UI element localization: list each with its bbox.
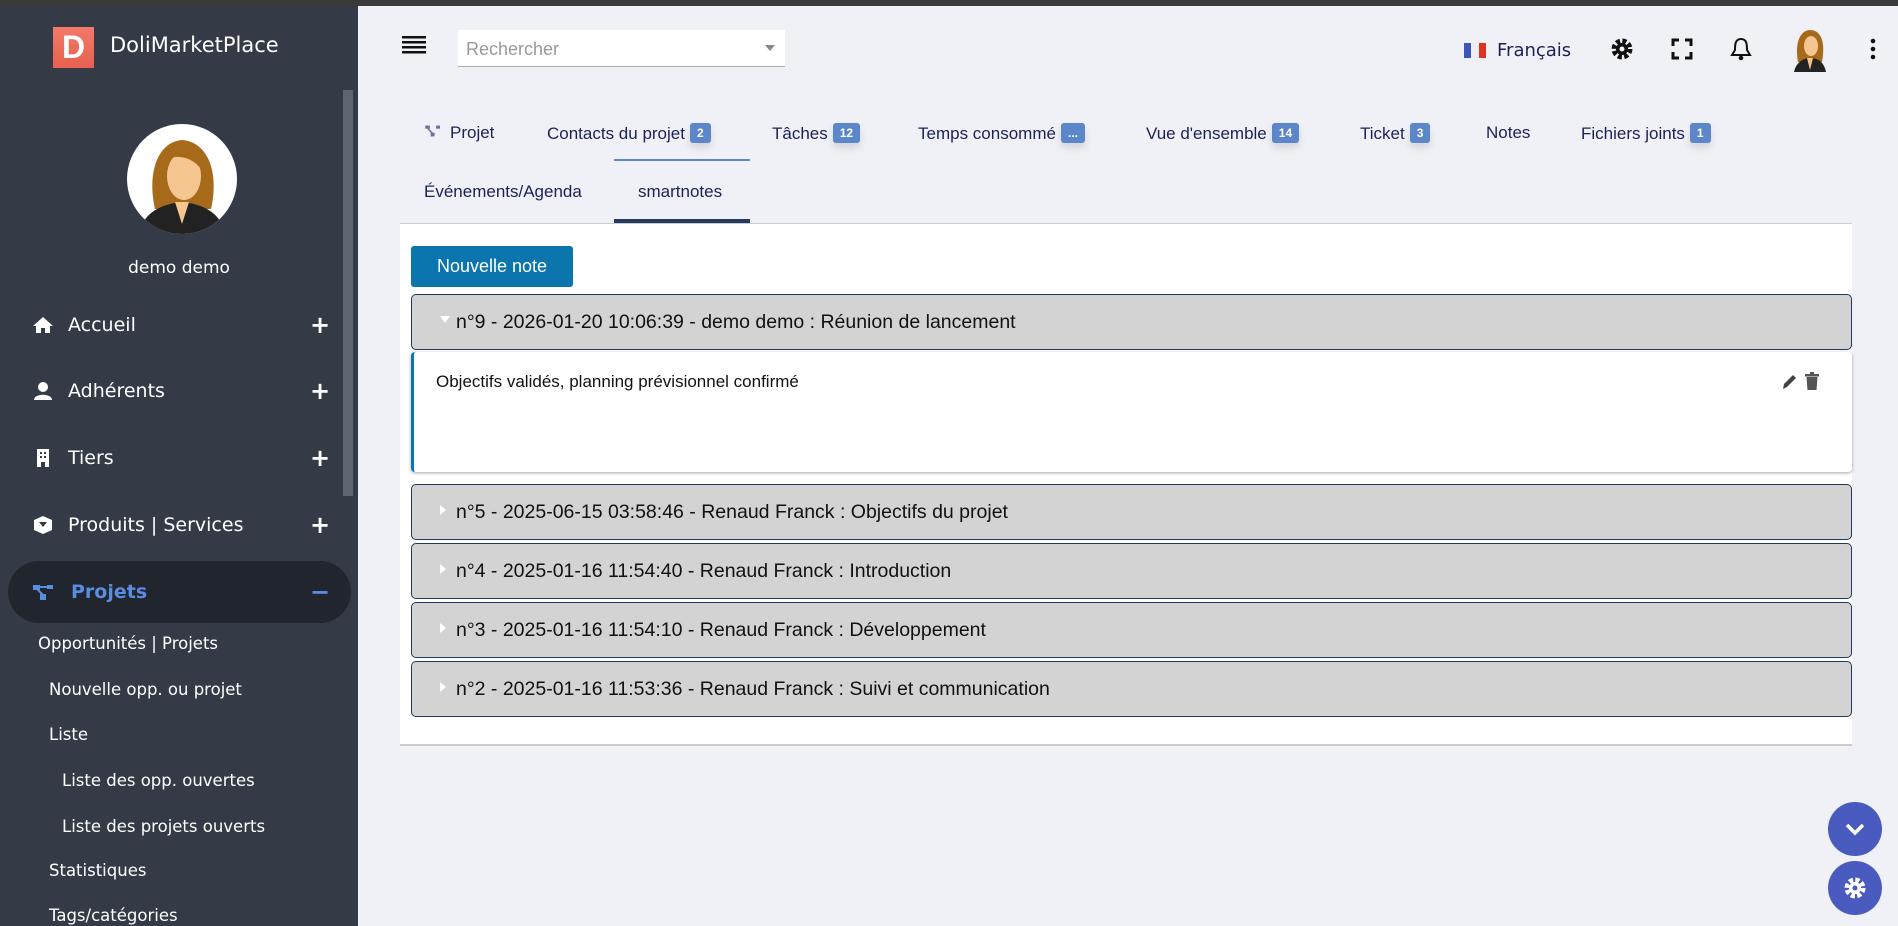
sidebar-item-projets[interactable]: Projets − [8, 561, 351, 623]
search-input[interactable]: Rechercher [458, 30, 785, 67]
caret-right-icon [440, 564, 446, 574]
note-title: n°4 - 2025-01-16 11:54:40 - Renaud Franc… [456, 560, 952, 582]
more-options-icon[interactable] [1869, 38, 1877, 60]
search-placeholder: Rechercher [466, 39, 560, 59]
tab-label: Ticket [1360, 124, 1405, 143]
sidebar-subitem[interactable]: Nouvelle opp. ou projet [49, 680, 242, 699]
sidebar-subitem[interactable]: Liste [49, 725, 88, 744]
sidebar-item-tiers[interactable]: Tiers + [0, 428, 358, 488]
note-header[interactable]: n°3 - 2025-01-16 11:54:10 - Renaud Franc… [411, 602, 1852, 658]
sidebar-item-produits[interactable]: Produits | Services + [0, 495, 358, 555]
project-icon [33, 585, 53, 600]
note-body: Objectifs validés, planning prévisionnel… [411, 352, 1852, 472]
expand-icon[interactable]: + [310, 311, 330, 339]
trash-icon[interactable] [1804, 371, 1820, 391]
scroll-down-button[interactable] [1828, 802, 1882, 856]
sidebar-item-label: Projets [71, 581, 148, 603]
pencil-icon[interactable] [1780, 372, 1798, 392]
tab-notes[interactable]: Notes [1486, 123, 1530, 143]
sidebar-subitem[interactable]: Opportunités | Projets [38, 634, 218, 653]
fullscreen-icon[interactable] [1671, 38, 1693, 60]
gear-icon[interactable] [1610, 37, 1634, 61]
sidebar-item-adherents[interactable]: Adhérents + [0, 361, 358, 421]
home-icon [33, 317, 53, 333]
sidebar-subitem[interactable]: Tags/catégories [49, 906, 178, 925]
tab-fichiers[interactable]: Fichiers joints 1 [1581, 123, 1711, 144]
tab-label: Vue d'ensemble [1146, 124, 1267, 143]
sidebar-item-label: Tiers [68, 447, 114, 469]
tab-contacts[interactable]: Contacts du projet 2 [547, 123, 711, 144]
tab-evenements[interactable]: Événements/Agenda [424, 182, 582, 202]
sidebar-item-label: Adhérents [68, 380, 165, 402]
language-selector[interactable]: Français [1497, 40, 1571, 61]
tab-label: Événements/Agenda [424, 182, 582, 201]
caret-right-icon [440, 682, 446, 692]
note-header[interactable]: n°4 - 2025-01-16 11:54:40 - Renaud Franc… [411, 543, 1852, 599]
sidebar-item-label: Accueil [68, 314, 136, 336]
avatar[interactable] [127, 124, 237, 234]
new-note-button[interactable]: Nouvelle note [411, 246, 573, 287]
box-icon [34, 516, 52, 534]
note-header[interactable]: n°2 - 2025-01-16 11:53:36 - Renaud Franc… [411, 661, 1852, 717]
count-badge: ... [1060, 123, 1085, 143]
expand-icon[interactable]: + [310, 511, 330, 539]
tab-label: smartnotes [638, 182, 723, 201]
logo-icon[interactable]: D [53, 27, 94, 68]
note-header[interactable]: n°9 - 2026-01-20 10:06:39 - demo demo : … [411, 294, 1852, 350]
tab-label: Tâches [772, 124, 828, 143]
note-title: n°3 - 2025-01-16 11:54:10 - Renaud Franc… [456, 619, 986, 641]
chevron-down-icon [765, 45, 775, 56]
sidebar-subitem[interactable]: Statistiques [49, 861, 146, 880]
tab-ticket[interactable]: Ticket 3 [1360, 123, 1431, 144]
sidebar-subitem[interactable]: Liste des projets ouverts [62, 817, 265, 836]
count-badge: 2 [689, 123, 711, 143]
gear-icon [1844, 877, 1866, 899]
tab-label: Notes [1486, 123, 1531, 142]
user-icon [34, 382, 52, 400]
count-badge: 12 [832, 123, 861, 143]
tab-label: Fichiers joints [1581, 124, 1685, 143]
tab-taches[interactable]: Tâches 12 [772, 123, 861, 144]
chevron-down-icon [1845, 823, 1865, 836]
building-icon [37, 449, 49, 467]
tab-temps[interactable]: Temps consommé... [918, 123, 1085, 144]
sidebar: D DoliMarketPlace demo demo Accueil + Ad… [0, 6, 358, 926]
sidebar-item-accueil[interactable]: Accueil + [0, 295, 358, 355]
note-title: n°2 - 2025-01-16 11:53:36 - Renaud Franc… [456, 678, 1050, 700]
tab-smartnotes[interactable]: smartnotes [638, 182, 722, 202]
tab-vue-ensemble[interactable]: Vue d'ensemble 14 [1146, 123, 1300, 144]
tab-label: Contacts du projet [547, 124, 685, 143]
user-name: demo demo [128, 258, 230, 278]
settings-fab-button[interactable] [1828, 861, 1882, 915]
sidebar-item-label: Produits | Services [68, 514, 244, 536]
user-avatar[interactable] [1790, 28, 1830, 72]
note-header[interactable]: n°5 - 2025-06-15 03:58:46 - Renaud Franc… [411, 484, 1852, 540]
tab-label: Temps consommé [918, 124, 1056, 143]
expand-icon[interactable]: + [310, 377, 330, 405]
count-badge: 1 [1689, 123, 1711, 143]
collapse-icon[interactable]: − [310, 578, 330, 606]
caret-right-icon [440, 623, 446, 633]
bell-icon[interactable] [1730, 36, 1752, 62]
sidebar-scrollbar[interactable] [343, 90, 353, 496]
project-icon [425, 125, 440, 137]
count-badge: 14 [1271, 123, 1300, 143]
note-content: Objectifs validés, planning prévisionnel… [436, 372, 799, 391]
flag-fr-icon [1464, 43, 1486, 58]
caret-right-icon [440, 505, 446, 515]
sidebar-subitem[interactable]: Liste des opp. ouvertes [62, 771, 255, 790]
note-title: n°9 - 2026-01-20 10:06:39 - demo demo : … [456, 311, 1016, 333]
note-title: n°5 - 2025-06-15 03:58:46 - Renaud Franc… [456, 501, 1008, 523]
tab-label: Projet [450, 123, 495, 142]
count-badge: 3 [1409, 123, 1431, 143]
expand-icon[interactable]: + [310, 444, 330, 472]
tab-hover-underline [614, 159, 750, 161]
caret-down-icon [440, 316, 450, 323]
app-name[interactable]: DoliMarketPlace [110, 33, 279, 57]
menu-icon[interactable] [402, 36, 426, 54]
tab-projet[interactable]: Projet [424, 123, 494, 143]
